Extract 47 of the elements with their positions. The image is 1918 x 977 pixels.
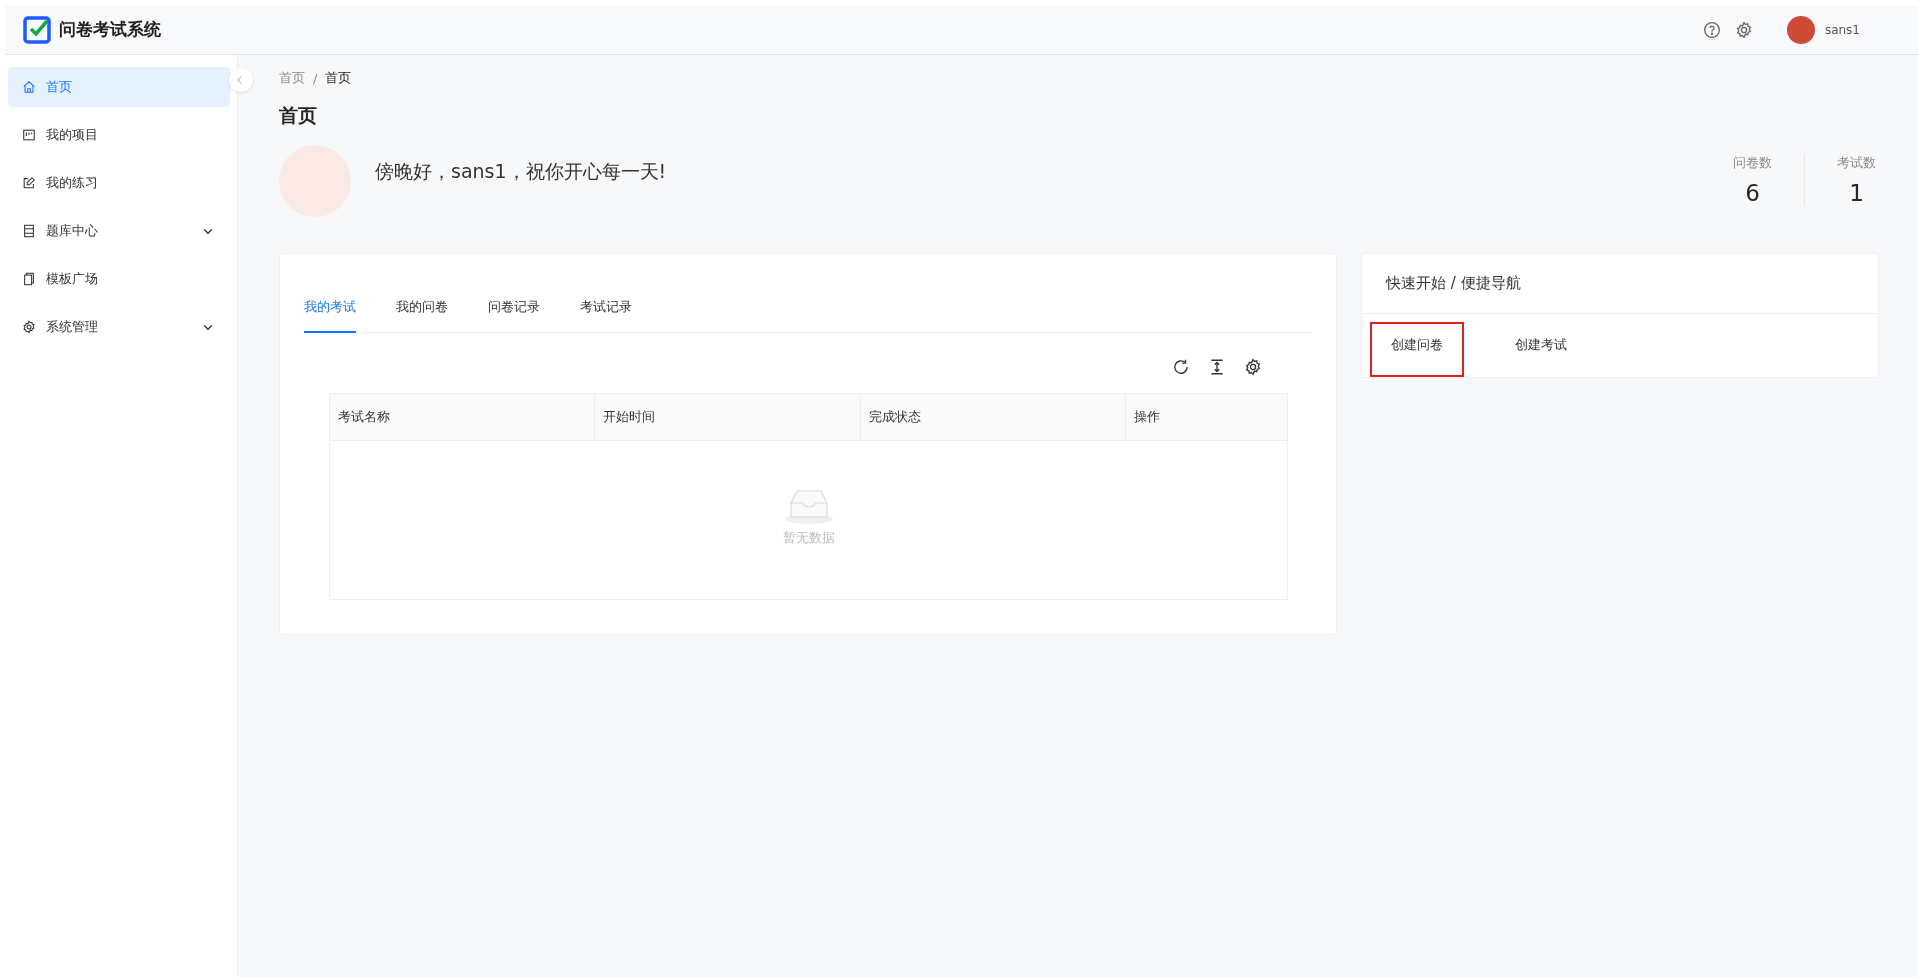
logo-icon — [23, 15, 51, 44]
quick-action-button[interactable]: 创建考试 — [1494, 322, 1588, 377]
tab[interactable]: 考试记录 — [580, 287, 632, 333]
sidebar-label: 系统管理 — [46, 318, 99, 336]
line-height-icon[interactable] — [1208, 358, 1226, 376]
column-header: 开始时间 — [595, 394, 861, 440]
tab[interactable]: 问卷记录 — [488, 287, 540, 333]
page-title: 首页 — [279, 103, 318, 128]
stat-value: 1 — [1849, 180, 1864, 206]
column-header: 操作 — [1133, 408, 1161, 426]
user-name[interactable]: sans1 — [1824, 22, 1860, 37]
sidebar-label: 题库中心 — [46, 222, 99, 240]
quick-action-button[interactable]: 创建问卷 — [1370, 322, 1464, 377]
sidebar-label: 我的项目 — [46, 126, 99, 144]
stat-label: 问卷数 — [1733, 154, 1772, 172]
tab[interactable]: 我的问卷 — [396, 287, 448, 333]
user-avatar[interactable] — [1786, 15, 1815, 44]
board-icon — [22, 128, 36, 142]
sidebar-item[interactable]: 模板广场 — [8, 259, 230, 299]
settings-icon[interactable] — [1734, 20, 1753, 39]
column-header: 完成状态 — [861, 394, 1126, 440]
app-title: 问卷考试系统 — [59, 18, 161, 41]
column-header: 考试名称 — [330, 394, 595, 440]
card-title: 快速开始 / 便捷导航 — [1362, 254, 1878, 314]
sidebar-item[interactable]: 系统管理 — [8, 307, 230, 347]
sidebar-label: 我的练习 — [46, 174, 99, 192]
list-icon — [22, 224, 36, 238]
help-icon[interactable] — [1702, 20, 1721, 39]
home-icon — [22, 80, 36, 94]
sidebar-item[interactable]: 首页 — [8, 67, 230, 107]
sidebar-item[interactable]: 我的练习 — [8, 163, 230, 203]
greeting-text: 傍晚好，sans1，祝你开心每一天! — [375, 159, 667, 184]
stat-value: 6 — [1745, 180, 1760, 206]
settings-icon — [22, 320, 36, 334]
breadcrumb-item: 首页 — [325, 69, 352, 87]
sidebar-item[interactable]: 我的项目 — [8, 115, 230, 155]
tab[interactable]: 我的考试 — [304, 287, 356, 333]
refresh-icon[interactable] — [1172, 358, 1190, 376]
sidebar-label: 模板广场 — [46, 270, 99, 288]
settings-icon[interactable] — [1244, 358, 1262, 376]
edit-icon — [22, 176, 36, 190]
empty-text: 暂无数据 — [782, 529, 835, 547]
breadcrumb-separator: / — [313, 70, 318, 86]
sidebar-item[interactable]: 题库中心 — [8, 211, 230, 251]
sidebar-label: 首页 — [46, 78, 73, 96]
stat-label: 考试数 — [1837, 154, 1876, 172]
copy-icon — [22, 272, 36, 286]
